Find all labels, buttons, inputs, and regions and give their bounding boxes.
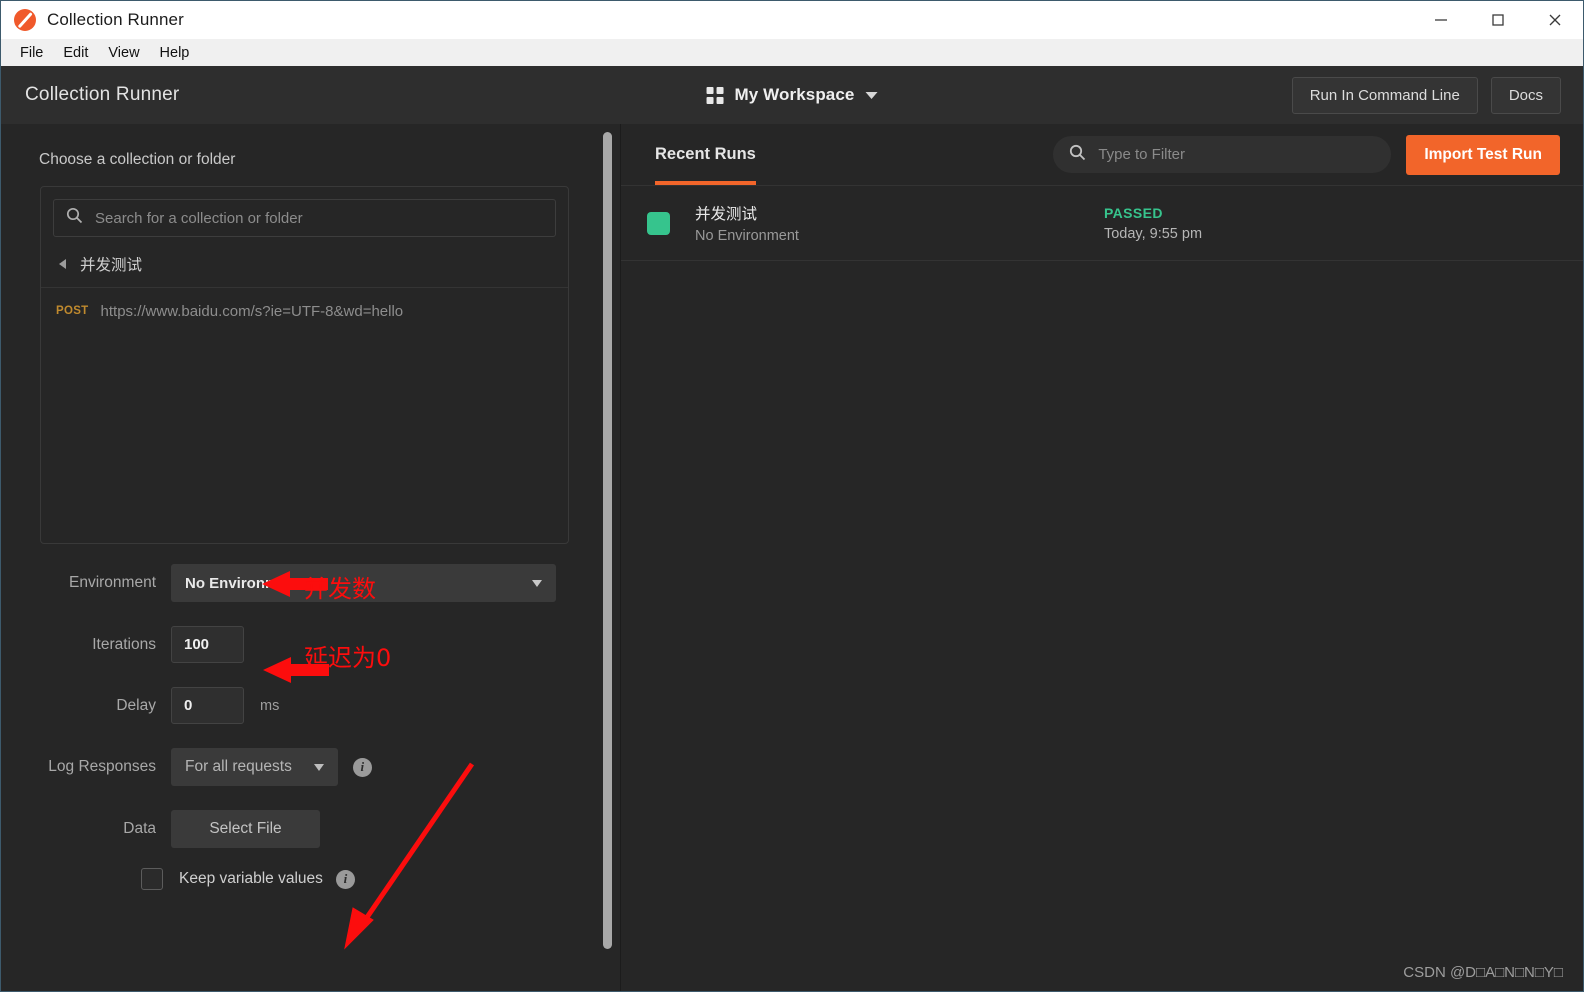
run-meta: 并发测试 No Environment: [695, 202, 799, 244]
delay-unit: ms: [260, 697, 280, 714]
workspace-label: My Workspace: [734, 85, 855, 104]
run-list-item[interactable]: 并发测试 No Environment PASSED Today, 9:55 p…: [621, 186, 1583, 261]
status-square-icon: [647, 211, 670, 235]
log-responses-select[interactable]: For all requests: [171, 748, 338, 786]
window-title: Collection Runner: [47, 10, 184, 29]
keep-variable-values-row: Keep variable values i: [1, 868, 621, 890]
collection-row[interactable]: 并发测试: [41, 241, 568, 288]
window-titlebar: Collection Runner: [1, 1, 1583, 39]
run-name: 并发测试: [695, 206, 758, 223]
postman-logo-icon: [14, 9, 36, 31]
docs-button[interactable]: Docs: [1490, 76, 1561, 114]
page-title: Collection Runner: [25, 84, 180, 105]
info-icon[interactable]: i: [352, 757, 372, 777]
run-environment: No Environment: [695, 228, 799, 244]
tab-recent-runs[interactable]: Recent Runs: [655, 124, 756, 185]
run-in-command-line-button[interactable]: Run In Command Line: [1291, 76, 1478, 114]
maximize-icon[interactable]: [1469, 1, 1526, 39]
watermark: CSDN @D□A□N□N□Y□: [1403, 964, 1563, 981]
keep-variable-values-checkbox[interactable]: [141, 868, 163, 890]
delay-label: Delay: [116, 696, 156, 714]
recent-runs-header: Recent Runs Import Test Run: [621, 124, 1583, 186]
chevron-down-icon: [313, 763, 324, 771]
iterations-label: Iterations: [92, 635, 156, 653]
window-controls: [1412, 1, 1583, 39]
request-row[interactable]: POST https://www.baidu.com/s?ie=UTF-8&wd…: [41, 288, 568, 334]
grid-icon: [706, 86, 724, 104]
log-responses-row: Log Responses For all requests i: [1, 748, 621, 786]
menu-item-file[interactable]: File: [10, 43, 53, 63]
triangle-left-icon[interactable]: [59, 259, 66, 269]
keep-variable-values-label: Keep variable values: [179, 870, 323, 887]
status-badge: PASSED: [1103, 204, 1163, 221]
menu-item-edit[interactable]: Edit: [53, 43, 98, 63]
data-label: Data: [123, 820, 156, 837]
collection-search[interactable]: [53, 199, 556, 237]
environment-value: No Environment: [185, 574, 301, 592]
import-test-run-button[interactable]: Import Test Run: [1406, 134, 1560, 175]
iterations-row: Iterations: [1, 626, 621, 663]
run-timestamp: Today, 9:55 pm: [1103, 225, 1203, 242]
menu-item-help[interactable]: Help: [150, 43, 200, 63]
collection-picker: 并发测试 POST https://www.baidu.com/s?ie=UTF…: [40, 186, 569, 544]
data-row: Data Select File: [1, 810, 621, 848]
run-status: PASSED Today, 9:55 pm: [1104, 205, 1202, 242]
chevron-down-icon: [532, 579, 542, 587]
environment-row: Environment No Environment: [1, 564, 621, 602]
log-responses-value: For all requests: [185, 758, 292, 775]
info-icon[interactable]: i: [335, 869, 355, 889]
recent-runs-pane: Recent Runs Import Test Run 并发测试 No Envi…: [621, 124, 1583, 991]
runner-form: Environment No Environment Iterations De…: [1, 564, 621, 890]
minimize-icon[interactable]: [1412, 1, 1469, 39]
close-icon[interactable]: [1526, 1, 1583, 39]
collection-runner-window: Collection Runner File Edit View Help Co…: [0, 0, 1584, 992]
environment-label: Environment: [68, 574, 156, 591]
collection-name: 并发测试: [80, 257, 143, 274]
log-responses-label: Log Responses: [48, 758, 156, 775]
search-icon: [1069, 144, 1086, 166]
workspace-selector[interactable]: My Workspace: [706, 85, 878, 105]
delay-row: Delay ms: [1, 687, 621, 724]
environment-select[interactable]: No Environment: [171, 564, 556, 602]
menubar: File Edit View Help: [1, 39, 1583, 66]
vertical-scrollbar[interactable]: [603, 130, 612, 981]
menu-item-view[interactable]: View: [98, 43, 149, 63]
choose-collection-label: Choose a collection or folder: [39, 151, 236, 168]
main-content: Choose a collection or folder 并发测试 POST …: [1, 124, 1583, 991]
select-file-button[interactable]: Select File: [171, 810, 320, 848]
filter-search[interactable]: [1053, 136, 1392, 173]
request-method: POST: [56, 305, 89, 317]
runner-config-pane: Choose a collection or folder 并发测试 POST …: [1, 124, 621, 991]
search-input[interactable]: [95, 209, 543, 227]
iterations-input[interactable]: [171, 626, 244, 663]
request-url: https://www.baidu.com/s?ie=UTF-8&wd=hell…: [100, 302, 404, 320]
tab-label: Recent Runs: [655, 145, 756, 163]
filter-input[interactable]: [1098, 146, 1376, 163]
app-header: Collection Runner My Workspace Run In Co…: [1, 66, 1583, 124]
search-icon: [66, 207, 83, 229]
chevron-down-icon: [865, 91, 878, 99]
delay-input[interactable]: [171, 687, 244, 724]
header-actions: Run In Command Line Docs: [1291, 76, 1583, 114]
